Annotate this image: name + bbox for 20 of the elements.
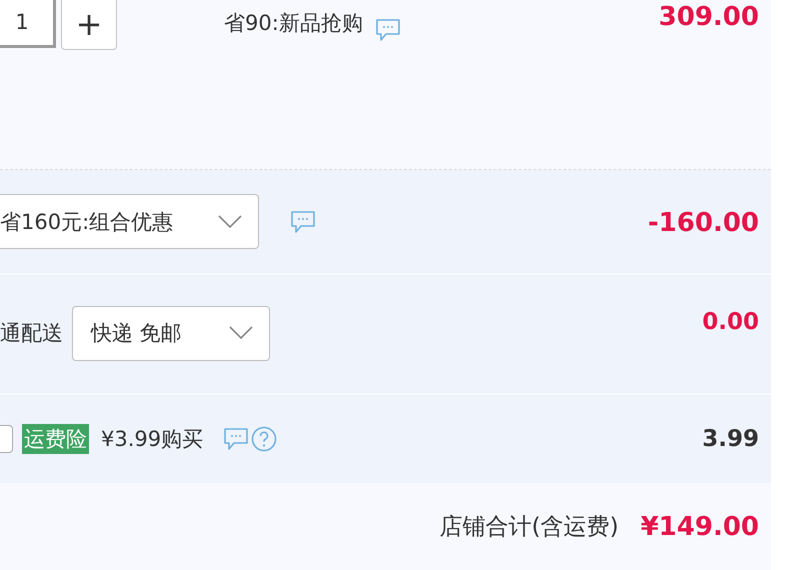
shipping-dropdown[interactable]: 快递 免邮 — [72, 306, 270, 360]
discount-dropdown[interactable]: 省160元:组合优惠 — [0, 194, 259, 249]
caret-icon — [229, 326, 253, 340]
insurance-amount: 3.99 — [702, 426, 759, 452]
caret-icon — [218, 214, 242, 228]
help-icon[interactable] — [251, 426, 278, 452]
chat-icon[interactable] — [374, 18, 401, 42]
total-label: 店铺合计(含运费) — [440, 513, 619, 542]
discount-amount: -160.00 — [648, 208, 759, 238]
chat-icon[interactable] — [290, 210, 316, 234]
quantity-field[interactable]: 1 — [0, 0, 56, 48]
increment-button[interactable]: + — [61, 0, 117, 50]
insurance-offer: ¥3.99购买 — [101, 426, 204, 453]
chat-icon[interactable] — [223, 427, 250, 451]
promo-label: 省90:新品抢购 — [224, 10, 363, 37]
total-amount: ¥149.00 — [640, 512, 759, 542]
shipping-label: 通配送 — [0, 320, 63, 347]
shipping-amount: 0.00 — [702, 309, 759, 335]
item-price: 309.00 — [658, 2, 759, 32]
insurance-badge: 运费险 — [22, 424, 89, 454]
